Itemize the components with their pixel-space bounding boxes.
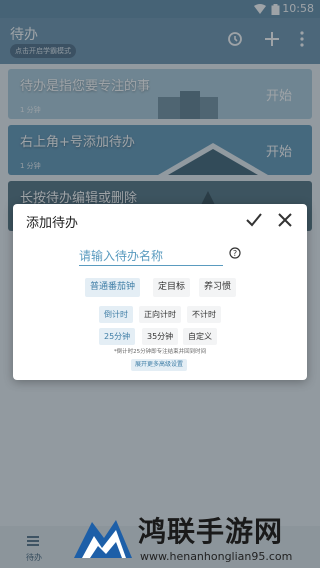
type-option-pomodoro[interactable]: 普通番茄钟 bbox=[85, 278, 141, 297]
watermark-logo bbox=[74, 520, 132, 558]
close-icon[interactable] bbox=[276, 211, 294, 229]
advanced-settings-link[interactable]: 展开更多高级设置 bbox=[131, 359, 188, 371]
timer-option-none[interactable]: 不计时 bbox=[187, 306, 221, 323]
help-icon[interactable]: ? bbox=[229, 247, 241, 259]
watermark-url: www.henanhonglian95.com bbox=[140, 550, 293, 563]
dialog-title: 添加待办 bbox=[26, 216, 79, 231]
timer-note: *倒计时25分钟即专注结束并回到时间 bbox=[113, 349, 207, 355]
duration-option-custom[interactable]: 自定义 bbox=[183, 328, 217, 345]
timer-option-countup[interactable]: 正向计时 bbox=[139, 306, 181, 323]
duration-option-35[interactable]: 35分钟 bbox=[142, 328, 179, 345]
add-todo-dialog: 添加待办 ? 普通番茄钟 定目标 养习惯 倒计时 正向计时 不计时 25分钟 3… bbox=[13, 204, 307, 380]
todo-name-input[interactable] bbox=[79, 247, 223, 266]
type-option-goal[interactable]: 定目标 bbox=[153, 278, 191, 297]
check-icon[interactable] bbox=[245, 211, 263, 229]
duration-option-25[interactable]: 25分钟 bbox=[99, 328, 136, 345]
timer-option-countdown[interactable]: 倒计时 bbox=[99, 306, 133, 323]
svg-text:?: ? bbox=[233, 249, 237, 258]
type-option-habit[interactable]: 养习惯 bbox=[199, 278, 237, 297]
watermark-title: 鸿联手游网 bbox=[138, 515, 284, 548]
